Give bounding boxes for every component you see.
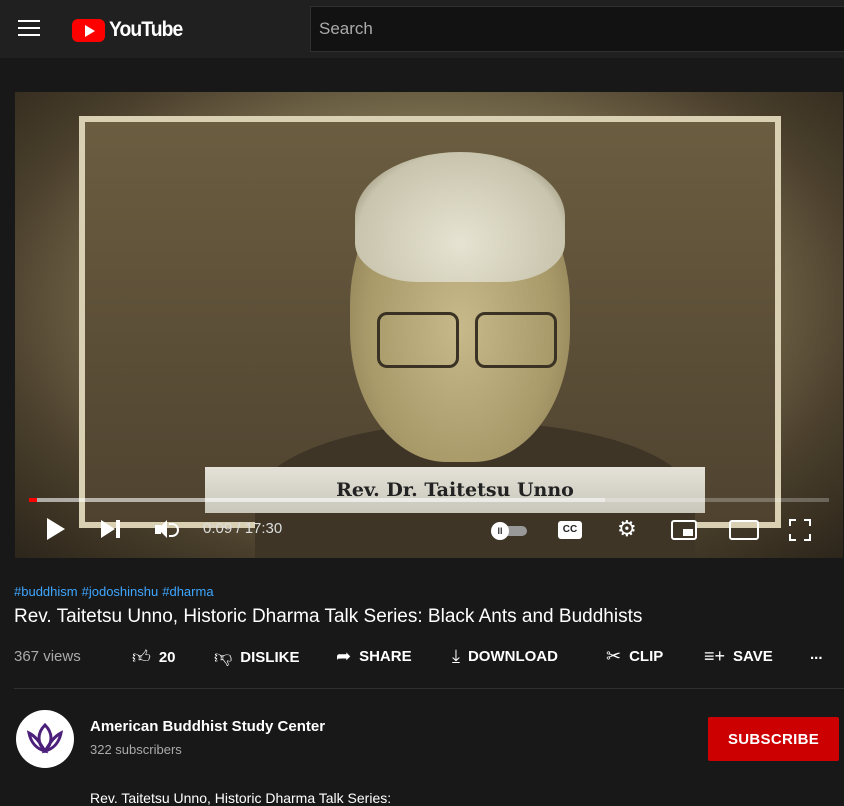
scissors-icon: ✂ bbox=[606, 646, 622, 666]
view-count: 367 views bbox=[14, 648, 81, 665]
youtube-logo-icon bbox=[72, 18, 105, 42]
subscriber-count: 322 subscribers bbox=[90, 742, 182, 757]
save-button[interactable]: ≡+ SAVE bbox=[704, 646, 773, 667]
playlist-add-icon: ≡+ bbox=[704, 646, 726, 666]
more-button[interactable]: ... bbox=[810, 646, 823, 663]
more-icon: ... bbox=[810, 646, 823, 663]
miniplayer-icon[interactable] bbox=[671, 520, 697, 540]
top-bar: YouTube bbox=[0, 0, 844, 58]
play-icon[interactable] bbox=[47, 518, 65, 540]
youtube-page: YouTube Rev. Dr. Taitetsu Unno 0:09 / bbox=[0, 0, 844, 806]
channel-name[interactable]: American Buddhist Study Center bbox=[90, 718, 325, 735]
video-player[interactable]: Rev. Dr. Taitetsu Unno 0:09 / 17:30 II C… bbox=[15, 92, 843, 558]
hashtag-link[interactable]: #dharma bbox=[162, 584, 213, 599]
youtube-logo[interactable]: YouTube bbox=[72, 16, 189, 44]
search-input[interactable] bbox=[319, 19, 844, 39]
hashtags: #buddhism #jodoshinshu #dharma bbox=[14, 584, 218, 599]
share-label: SHARE bbox=[359, 648, 412, 665]
theater-icon[interactable] bbox=[729, 520, 759, 540]
download-label: DOWNLOAD bbox=[467, 648, 558, 665]
clip-label: CLIP bbox=[629, 648, 664, 665]
progress-played bbox=[29, 498, 37, 502]
hashtag-link[interactable]: #jodoshinshu bbox=[82, 584, 159, 599]
dislike-button[interactable]: 👎︎ DISLIKE bbox=[214, 646, 299, 668]
video-photo bbox=[85, 122, 775, 558]
lotus-icon bbox=[26, 722, 64, 754]
menu-icon[interactable] bbox=[18, 20, 40, 38]
search-box[interactable] bbox=[310, 6, 844, 52]
progress-bar[interactable] bbox=[29, 498, 829, 502]
dislike-label: DISLIKE bbox=[240, 648, 300, 666]
like-button[interactable]: 👍︎ 20 bbox=[132, 646, 176, 668]
download-icon: ⤓ bbox=[452, 646, 460, 666]
autoplay-toggle-icon[interactable]: II bbox=[491, 522, 529, 540]
gear-icon[interactable]: ⚙ bbox=[617, 518, 637, 540]
divider bbox=[14, 688, 844, 689]
download-button[interactable]: ⤓ DOWNLOAD bbox=[452, 646, 558, 667]
clip-button[interactable]: ✂ CLIP bbox=[606, 646, 663, 667]
save-label: SAVE bbox=[733, 648, 773, 665]
logo-text: YouTube bbox=[109, 18, 183, 41]
share-icon: ➦ bbox=[336, 646, 352, 666]
fullscreen-icon[interactable] bbox=[789, 519, 811, 541]
cc-icon[interactable]: CC bbox=[558, 521, 582, 539]
hashtag-link[interactable]: #buddhism bbox=[14, 584, 78, 599]
player-controls: 0:09 / 17:30 II CC ⚙ bbox=[15, 510, 843, 550]
subscribe-button[interactable]: SUBSCRIBE bbox=[708, 717, 839, 761]
video-caption: Rev. Dr. Taitetsu Unno bbox=[205, 467, 705, 513]
like-count: 20 bbox=[158, 648, 176, 666]
progress-buffer bbox=[29, 498, 605, 502]
share-button[interactable]: ➦ SHARE bbox=[336, 646, 412, 667]
thumbs-up-icon: 👍︎ bbox=[132, 647, 151, 667]
thumbs-down-icon: 👎︎ bbox=[214, 647, 233, 667]
description-text: Rev. Taitetsu Unno, Historic Dharma Talk… bbox=[90, 790, 392, 806]
time-display: 0:09 / 17:30 bbox=[203, 520, 283, 537]
video-title: Rev. Taitetsu Unno, Historic Dharma Talk… bbox=[14, 606, 643, 627]
channel-avatar[interactable] bbox=[16, 710, 74, 768]
next-icon[interactable] bbox=[101, 520, 125, 538]
autoplay-knob: II bbox=[491, 522, 509, 540]
